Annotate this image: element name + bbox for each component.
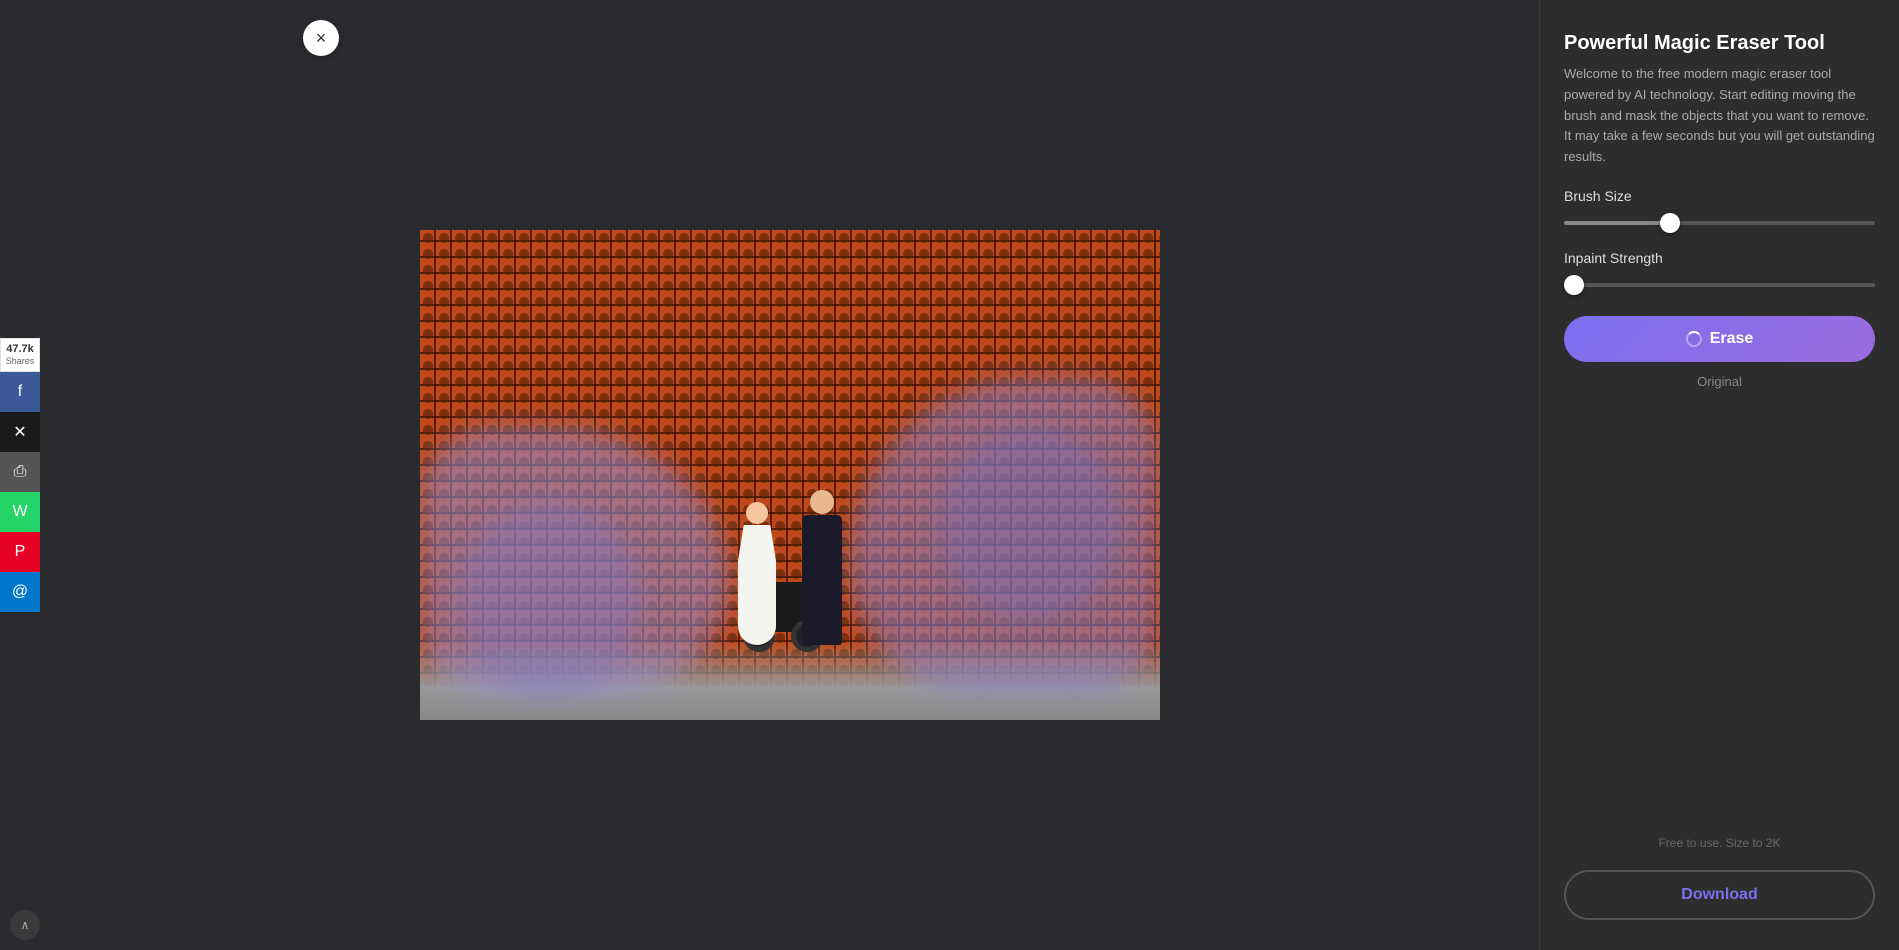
woman-dress [738, 525, 776, 645]
share-count-label: Shares [3, 356, 37, 367]
spacer [1564, 409, 1875, 816]
share-count-value: 47.7k [3, 343, 37, 356]
print-share-button[interactable]: ⎙ [0, 452, 40, 492]
panel-header: Powerful Magic Eraser Tool Welcome to th… [1564, 30, 1875, 168]
scroll-indicator[interactable]: ∧ [10, 910, 40, 940]
close-button[interactable]: × [303, 20, 339, 56]
figure-man [790, 490, 855, 645]
woman-head [746, 502, 768, 524]
inpaint-strength-control: Inpaint Strength [1564, 250, 1875, 292]
inpaint-strength-slider[interactable] [1564, 283, 1875, 287]
facebook-icon: f [18, 383, 22, 401]
twitter-icon: ✕ [13, 422, 26, 442]
figure-woman [730, 502, 785, 645]
erase-spinner-icon [1686, 331, 1702, 347]
pinterest-share-button[interactable]: P [0, 532, 40, 572]
email-icon: @ [12, 583, 28, 601]
crowd-left-2 [457, 500, 642, 696]
brush-size-label: Brush Size [1564, 188, 1875, 204]
share-count-box: 47.7k Shares [0, 338, 40, 372]
email-share-button[interactable]: @ [0, 572, 40, 612]
inpaint-strength-label: Inpaint Strength [1564, 250, 1875, 266]
erase-button-label: Erase [1710, 330, 1754, 348]
whatsapp-share-button[interactable]: W [0, 492, 40, 532]
panel-description: Welcome to the free modern magic eraser … [1564, 64, 1875, 168]
image-canvas[interactable] [420, 230, 1160, 720]
pinterest-icon: P [15, 543, 26, 561]
brush-size-control: Brush Size [1564, 188, 1875, 230]
whatsapp-icon: W [12, 503, 27, 521]
facebook-share-button[interactable]: f [0, 372, 40, 412]
man-suit [802, 515, 842, 645]
original-link[interactable]: Original [1564, 374, 1875, 389]
print-icon: ⎙ [14, 463, 27, 481]
free-use-text: Free to use. Size to 2K [1564, 836, 1875, 850]
panel-title: Powerful Magic Eraser Tool [1564, 30, 1875, 56]
download-button[interactable]: Download [1564, 870, 1875, 920]
twitter-share-button[interactable]: ✕ [0, 412, 40, 452]
right-panel: Powerful Magic Eraser Tool Welcome to th… [1539, 0, 1899, 950]
social-sidebar: 47.7k Shares f ✕ ⎙ W P @ [0, 338, 40, 612]
erase-button[interactable]: Erase [1564, 316, 1875, 362]
crowd-right-2 [938, 426, 1123, 622]
man-head [810, 490, 834, 514]
brush-size-slider[interactable] [1564, 221, 1875, 225]
main-content: × [40, 0, 1539, 950]
